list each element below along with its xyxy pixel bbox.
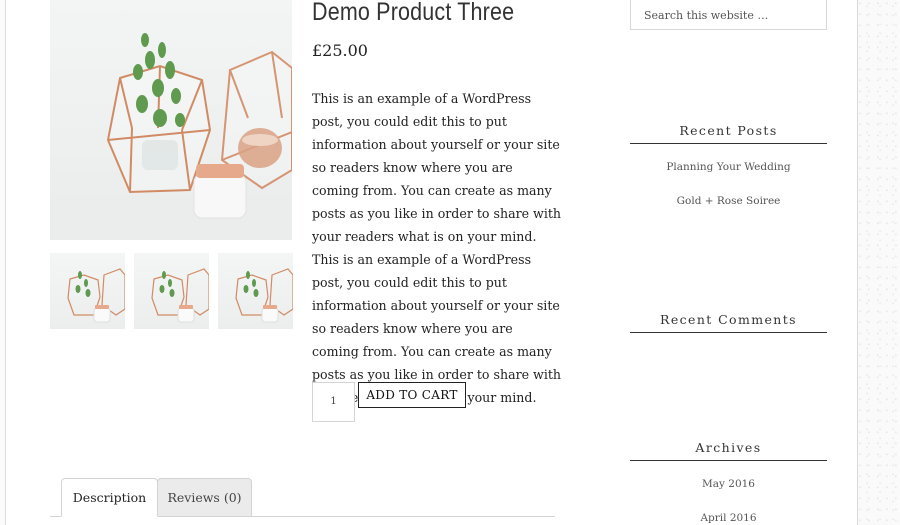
left-border (0, 0, 6, 525)
tab-description[interactable]: Description (61, 478, 158, 517)
quantity-input[interactable]: 1 (312, 382, 355, 422)
archive-link[interactable]: May 2016 (630, 478, 827, 490)
thumbnail-3[interactable] (218, 253, 293, 329)
add-to-cart-button[interactable]: ADD TO CART (358, 382, 466, 408)
archive-link[interactable]: April 2016 (630, 512, 827, 524)
product-thumbnails (50, 253, 293, 329)
product-tabs: Description Reviews (0) (50, 478, 555, 525)
recent-posts-heading: Recent Posts (630, 123, 827, 144)
thumbnail-2[interactable] (134, 253, 209, 329)
recent-post-link[interactable]: Gold + Rose Soiree (630, 195, 827, 207)
speckled-background (857, 0, 900, 525)
archives-heading: Archives (630, 440, 827, 461)
product-description: This is an example of a WordPress post, … (312, 91, 562, 405)
recent-comments-heading: Recent Comments (630, 312, 827, 333)
recent-post-link[interactable]: Planning Your Wedding (630, 161, 827, 173)
product-title: Demo Product Three (312, 0, 515, 26)
product-main-image[interactable] (50, 0, 292, 240)
tab-reviews[interactable]: Reviews (0) (157, 478, 252, 517)
product-price: £25.00 (312, 41, 368, 60)
search-input[interactable]: Search this website … (630, 0, 827, 30)
thumbnail-1[interactable] (50, 253, 125, 329)
